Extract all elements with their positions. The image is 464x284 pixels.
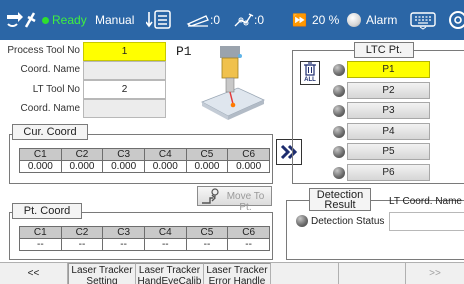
cur-header-c5: C5 <box>185 148 229 161</box>
pt-value-c2: -- <box>60 238 104 251</box>
connection-icon[interactable] <box>4 0 38 40</box>
pt-header-c2: C2 <box>60 226 104 239</box>
process-tool-field[interactable]: 1 <box>83 42 166 61</box>
pt-header-c4: C4 <box>143 226 187 239</box>
alarm-indicator[interactable]: Alarm <box>347 0 397 40</box>
ltc-point-p2[interactable]: P2 <box>347 82 430 99</box>
pt-header-c5: C5 <box>185 226 229 239</box>
process-tool-label: Process Tool No <box>7 45 80 56</box>
coord-name-label-2: Coord. Name <box>20 103 80 114</box>
ltc-point-p1[interactable]: P1 <box>347 61 430 78</box>
pt-value-c6: -- <box>227 238 270 251</box>
empty-tab-2 <box>339 263 406 284</box>
cur-value-c3: 0.000 <box>102 160 145 173</box>
detection-title-line2: Result <box>324 199 356 211</box>
p4-status-lamp <box>333 126 345 138</box>
ltc-pt-title: LTC Pt. <box>354 42 414 58</box>
program-list-icon <box>146 10 171 29</box>
ltc-point-p3[interactable]: P3 <box>347 102 430 119</box>
lt-tool-label: LT Tool No <box>32 84 80 95</box>
ltc-point-p6[interactable]: P6 <box>347 164 430 181</box>
p3-status-lamp <box>333 105 345 117</box>
mode-label: Manual <box>95 13 135 27</box>
fast-forward-icon: ⏩ <box>292 13 307 27</box>
pt-value-c4: -- <box>143 238 187 251</box>
point-label: P1 <box>176 44 192 59</box>
robot-tool-image <box>201 46 265 120</box>
cur-header-c2: C2 <box>60 148 104 161</box>
counter-a: :0 <box>186 0 220 40</box>
cur-value-c6: 0.000 <box>227 160 270 173</box>
cur-value-c4: 0.000 <box>143 160 187 173</box>
cur-value-c5: 0.000 <box>185 160 229 173</box>
tab1-line2: Setting <box>86 276 118 284</box>
move-to-pt-label: Move To Pt. <box>226 191 265 213</box>
next-page-button[interactable]: >> <box>406 263 464 284</box>
delete-all-button[interactable]: ALL <box>300 61 320 85</box>
tab-laser-tracker-setting[interactable]: Laser Tracker Setting <box>68 263 136 284</box>
robot-count-icon <box>234 13 254 27</box>
lt-coord-name-field <box>389 212 464 231</box>
pt-coord-title: Pt. Coord <box>12 203 82 219</box>
tab-laser-tracker-error-handle[interactable]: Laser Tracker Error Handle <box>204 263 271 284</box>
settings-gear-icon <box>449 11 464 29</box>
status-bar: Ready Manual :0 :0 ⏩ 20 % Alarm <box>0 0 464 40</box>
trash-icon <box>304 62 316 76</box>
cur-value-c1: 0.000 <box>19 160 62 173</box>
keyboard-button[interactable] <box>410 0 436 40</box>
prev-page-button[interactable]: << <box>0 263 68 284</box>
tab1-line1: Laser Tracker <box>71 265 133 276</box>
coord-name-field-2 <box>83 99 166 118</box>
counter-b: :0 <box>232 0 264 40</box>
coord-name-field-1 <box>83 61 166 80</box>
p1-status-lamp <box>333 64 345 76</box>
tab3-line1: Laser Tracker <box>206 265 268 276</box>
cur-coord-title: Cur. Coord <box>12 124 88 140</box>
keyboard-icon <box>410 12 436 30</box>
detection-result-title: Detection Result <box>309 188 371 211</box>
detection-status-lamp <box>296 215 308 227</box>
ready-label: Ready <box>52 13 87 27</box>
cur-header-c1: C1 <box>19 148 62 161</box>
ready-indicator: Ready <box>42 0 87 40</box>
pt-header-c1: C1 <box>19 226 62 239</box>
alarm-lamp-icon <box>347 13 361 27</box>
move-to-pt-button[interactable]: Move To Pt. <box>197 186 272 213</box>
pt-value-c3: -- <box>102 238 145 251</box>
move-to-point-icon <box>202 188 219 204</box>
pt-coord-table: C1 C2 C3 C4 C5 C6 -- -- -- -- -- -- <box>19 226 270 251</box>
tab3-line2: Error Handle <box>208 276 266 284</box>
cur-coord-table: C1 C2 C3 C4 C5 C6 0.000 0.000 0.000 0.00… <box>19 148 270 173</box>
lt-coord-name-label: LT Coord. Name <box>389 196 462 207</box>
pt-header-c3: C3 <box>102 226 145 239</box>
p2-status-lamp <box>333 85 345 97</box>
pt-value-c5: -- <box>185 238 229 251</box>
cur-value-c2: 0.000 <box>60 160 104 173</box>
empty-tab-1 <box>271 263 339 284</box>
speed-indicator[interactable]: ⏩ 20 % <box>292 0 339 40</box>
ready-dot-icon <box>42 16 49 24</box>
ltc-point-p5[interactable]: P5 <box>347 143 430 160</box>
settings-button[interactable] <box>446 0 464 40</box>
delete-all-label: ALL <box>304 77 316 83</box>
ltc-point-p4[interactable]: P4 <box>347 123 430 140</box>
cur-header-c3: C3 <box>102 148 145 161</box>
tab2-line1: Laser Tracker <box>138 265 201 276</box>
program-list-button[interactable] <box>146 0 172 40</box>
tab-laser-tracker-handeyecalib[interactable]: Laser Tracker HandEyeCalib <box>136 263 204 284</box>
bottom-nav-bar: << Laser Tracker Setting Laser Tracker H… <box>0 262 464 284</box>
weld-count-icon <box>186 15 209 27</box>
pt-header-c6: C6 <box>227 226 270 239</box>
detection-status-label: Detection Status <box>311 216 385 227</box>
p5-status-lamp <box>333 146 345 158</box>
pt-value-c1: -- <box>19 238 62 251</box>
tab2-line2: HandEyeCalib <box>137 276 202 284</box>
cur-header-c4: C4 <box>143 148 187 161</box>
cur-header-c6: C6 <box>227 148 270 161</box>
lt-tool-field[interactable]: 2 <box>83 80 166 99</box>
coord-name-label-1: Coord. Name <box>20 64 80 75</box>
p6-status-lamp <box>333 167 345 179</box>
